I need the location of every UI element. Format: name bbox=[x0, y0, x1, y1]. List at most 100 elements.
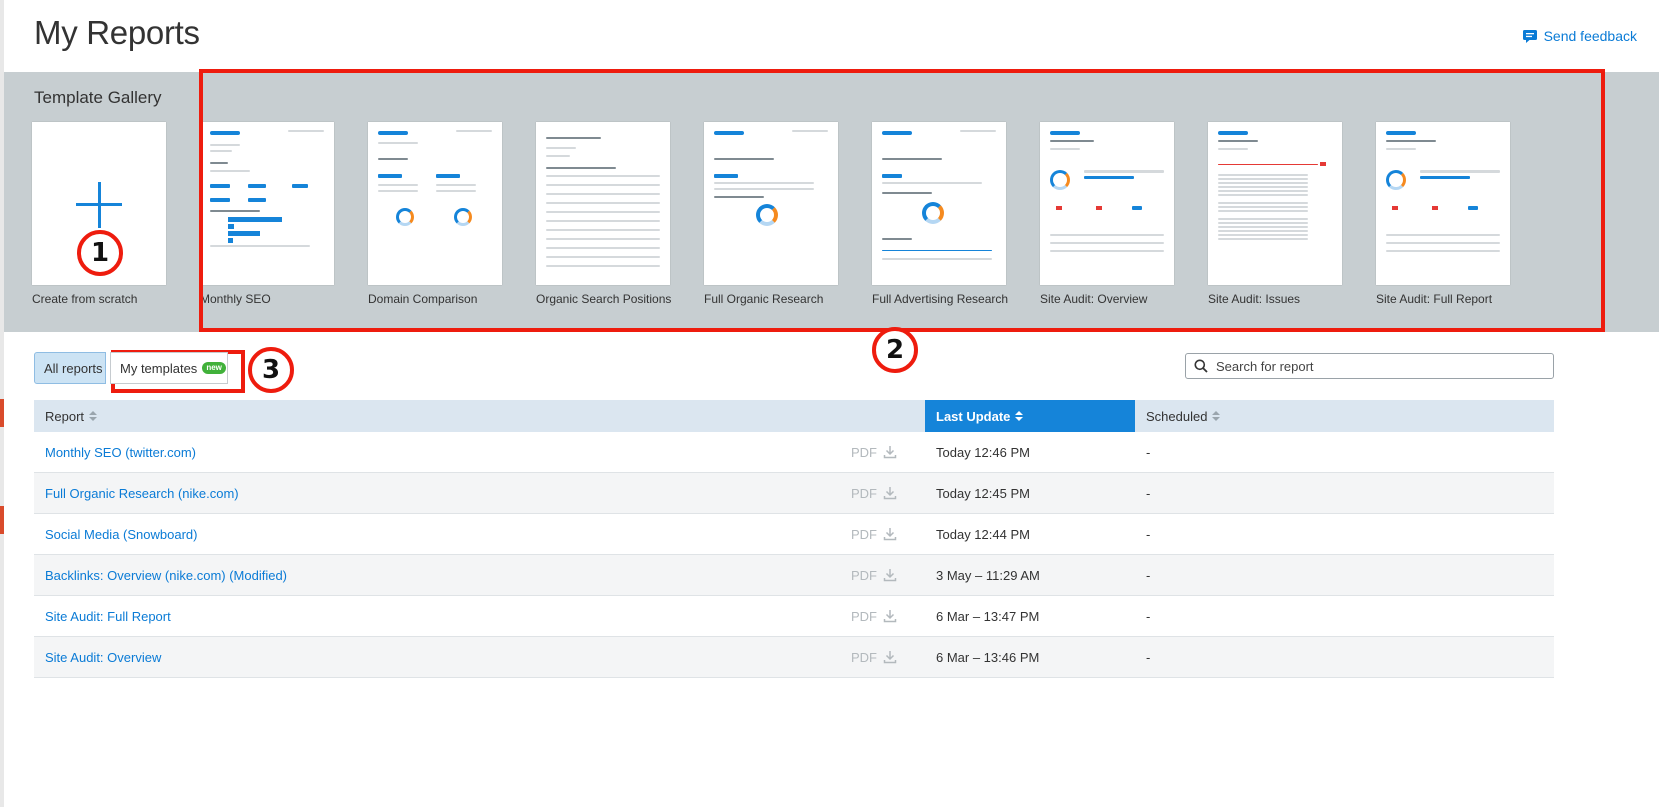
template-label: Site Audit: Overview bbox=[1040, 292, 1148, 306]
last-update-cell: Today 12:45 PM bbox=[936, 485, 1030, 501]
edge-marker bbox=[0, 506, 4, 534]
sort-icon bbox=[1212, 411, 1221, 421]
tab-my-templates[interactable]: My templates new bbox=[110, 352, 228, 384]
pdf-download-button[interactable]: PDF bbox=[851, 445, 897, 460]
table-row: Site Audit: Full Report PDF 6 Mar – 13:4… bbox=[34, 596, 1554, 637]
tab-all-reports[interactable]: All reports bbox=[34, 352, 106, 384]
pdf-label: PDF bbox=[851, 608, 877, 624]
table-row: Full Organic Research (nike.com) PDF Tod… bbox=[34, 473, 1554, 514]
template-label: Site Audit: Issues bbox=[1208, 292, 1301, 306]
report-link[interactable]: Full Organic Research (nike.com) bbox=[45, 486, 239, 501]
template-thumbnail[interactable] bbox=[536, 122, 670, 285]
column-header-label: Last Update bbox=[936, 408, 1011, 424]
pdf-download-button[interactable]: PDF bbox=[851, 486, 897, 501]
tab-all-reports-label: All reports bbox=[44, 360, 103, 376]
pdf-download-button[interactable]: PDF bbox=[851, 568, 897, 583]
scheduled-cell: - bbox=[1146, 526, 1151, 542]
template-thumbnail[interactable] bbox=[1208, 122, 1342, 285]
template-thumbnail[interactable] bbox=[200, 122, 334, 285]
table-header: Report Last Update Scheduled bbox=[34, 400, 1554, 432]
pdf-label: PDF bbox=[851, 444, 877, 460]
table-row: Social Media (Snowboard) PDF Today 12:44… bbox=[34, 514, 1554, 555]
report-link[interactable]: Monthly SEO (twitter.com) bbox=[45, 445, 196, 460]
pdf-download-button[interactable]: PDF bbox=[851, 527, 897, 542]
create-from-scratch-card[interactable]: Create from scratch bbox=[32, 122, 182, 306]
sort-icon bbox=[1015, 411, 1024, 421]
edge-marker bbox=[0, 399, 4, 427]
pdf-download-button[interactable]: PDF bbox=[851, 609, 897, 624]
table-row: Backlinks: Overview (nike.com) (Modified… bbox=[34, 555, 1554, 596]
template-label: Organic Search Positions bbox=[536, 292, 672, 306]
scheduled-cell: - bbox=[1146, 649, 1151, 665]
download-icon bbox=[883, 651, 897, 664]
report-link[interactable]: Backlinks: Overview (nike.com) (Modified… bbox=[45, 568, 287, 583]
template-full-organic-research[interactable]: Full Organic Research bbox=[704, 122, 854, 306]
search-icon bbox=[1194, 359, 1208, 373]
template-organic-search-positions[interactable]: Organic Search Positions bbox=[536, 122, 686, 306]
template-full-advertising-research[interactable]: Full Advertising Research bbox=[872, 122, 1022, 306]
last-update-cell: 6 Mar – 13:46 PM bbox=[936, 649, 1040, 665]
template-label: Site Audit: Full Report bbox=[1376, 292, 1493, 306]
report-link[interactable]: Site Audit: Overview bbox=[45, 650, 161, 665]
template-label: Monthly SEO bbox=[200, 292, 271, 306]
plus-icon-bar bbox=[76, 203, 122, 206]
download-icon bbox=[883, 528, 897, 541]
template-thumbnail[interactable] bbox=[872, 122, 1006, 285]
scheduled-cell: - bbox=[1146, 608, 1151, 624]
create-from-scratch-label: Create from scratch bbox=[32, 292, 138, 306]
template-site-audit-issues[interactable]: Site Audit: Issues bbox=[1208, 122, 1358, 306]
column-header-label: Scheduled bbox=[1146, 408, 1208, 424]
template-domain-comparison[interactable]: Domain Comparison bbox=[368, 122, 518, 306]
template-label: Full Advertising Research bbox=[872, 292, 1009, 306]
pdf-label: PDF bbox=[851, 526, 877, 542]
download-icon bbox=[883, 446, 897, 459]
pdf-label: PDF bbox=[851, 567, 877, 583]
pdf-label: PDF bbox=[851, 649, 877, 665]
column-header-report[interactable]: Report bbox=[34, 400, 925, 432]
column-header-scheduled[interactable]: Scheduled bbox=[1135, 400, 1554, 432]
pdf-download-button[interactable]: PDF bbox=[851, 650, 897, 665]
download-icon bbox=[883, 610, 897, 623]
search-input[interactable] bbox=[1214, 357, 1534, 375]
template-site-audit-full-report[interactable]: Site Audit: Full Report bbox=[1376, 122, 1526, 306]
table-body: Monthly SEO (twitter.com) PDF Today 12:4… bbox=[34, 432, 1554, 678]
report-link[interactable]: Site Audit: Full Report bbox=[45, 609, 171, 624]
new-badge: new bbox=[202, 362, 226, 374]
search-box[interactable] bbox=[1185, 353, 1554, 379]
scheduled-cell: - bbox=[1146, 444, 1151, 460]
chat-icon bbox=[1522, 29, 1537, 43]
template-thumbnail[interactable] bbox=[704, 122, 838, 285]
template-label: Full Organic Research bbox=[704, 292, 824, 306]
template-thumbnail[interactable] bbox=[1376, 122, 1510, 285]
report-link[interactable]: Social Media (Snowboard) bbox=[45, 527, 197, 542]
template-thumbnail[interactable] bbox=[1040, 122, 1174, 285]
send-feedback-link[interactable]: Send feedback bbox=[1522, 28, 1637, 44]
template-thumbnail[interactable] bbox=[368, 122, 502, 285]
sort-icon bbox=[89, 411, 98, 421]
table-row: Site Audit: Overview PDF 6 Mar – 13:46 P… bbox=[34, 637, 1554, 678]
callout-badge: 1 bbox=[77, 230, 123, 276]
template-gallery: Template Gallery Create from scratch Mon… bbox=[4, 72, 1659, 332]
page-title: My Reports bbox=[34, 14, 200, 51]
column-header-last-update[interactable]: Last Update bbox=[925, 400, 1135, 432]
column-header-label: Report bbox=[45, 408, 85, 424]
send-feedback-label: Send feedback bbox=[1543, 28, 1637, 44]
last-update-cell: Today 12:44 PM bbox=[936, 526, 1030, 542]
last-update-cell: 3 May – 11:29 AM bbox=[936, 567, 1040, 583]
download-icon bbox=[883, 487, 897, 500]
callout-badge: 2 bbox=[872, 327, 918, 373]
scheduled-cell: - bbox=[1146, 567, 1151, 583]
table-row: Monthly SEO (twitter.com) PDF Today 12:4… bbox=[34, 432, 1554, 473]
download-icon bbox=[883, 569, 897, 582]
last-update-cell: Today 12:46 PM bbox=[936, 444, 1030, 460]
tab-my-templates-label: My templates bbox=[120, 360, 198, 376]
scheduled-cell: - bbox=[1146, 485, 1151, 501]
template-gallery-title: Template Gallery bbox=[34, 88, 162, 107]
template-site-audit-overview[interactable]: Site Audit: Overview bbox=[1040, 122, 1190, 306]
last-update-cell: 6 Mar – 13:47 PM bbox=[936, 608, 1040, 624]
template-monthly-seo[interactable]: Monthly SEO bbox=[200, 122, 350, 306]
callout-badge: 3 bbox=[248, 347, 294, 393]
reports-table: Report Last Update Scheduled Monthly SEO… bbox=[34, 400, 1554, 678]
template-label: Domain Comparison bbox=[368, 292, 478, 306]
pdf-label: PDF bbox=[851, 485, 877, 501]
